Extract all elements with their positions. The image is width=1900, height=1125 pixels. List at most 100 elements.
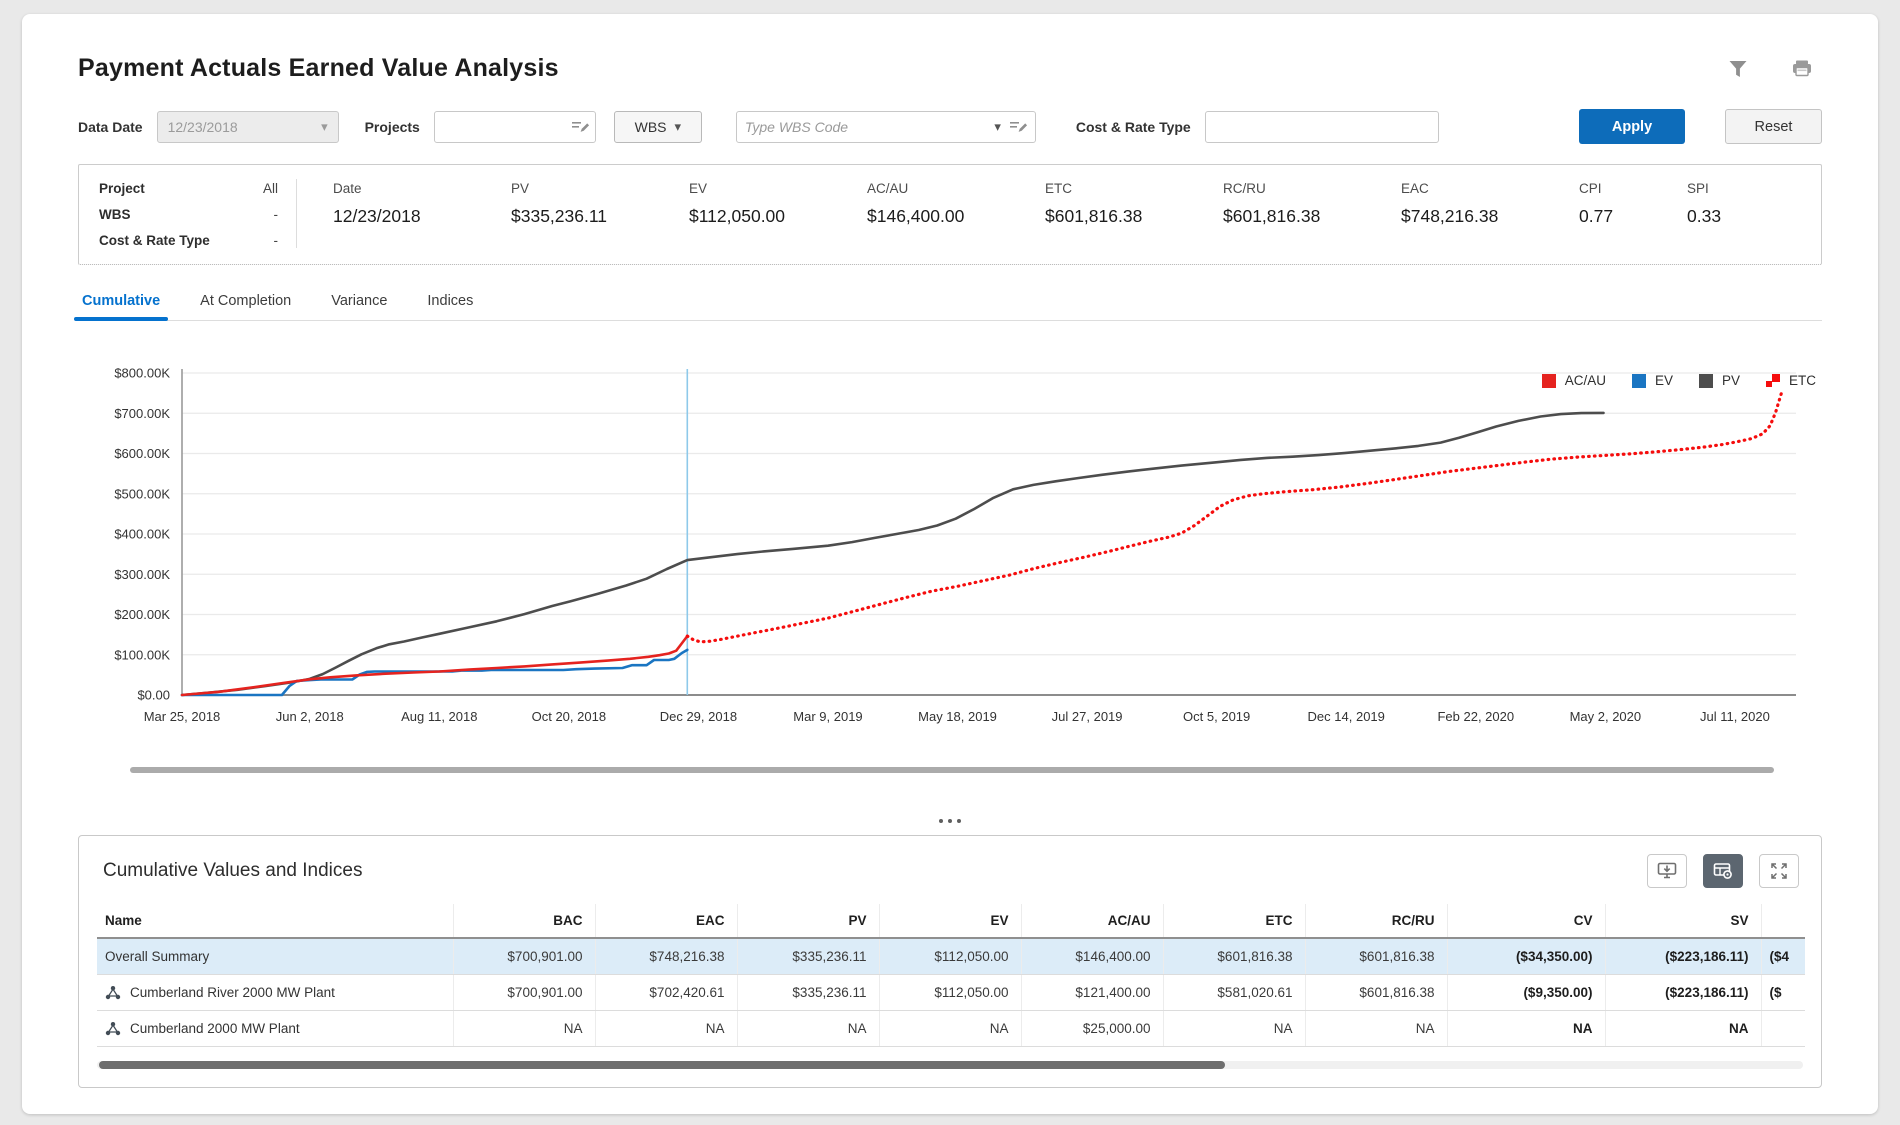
tab-variance[interactable]: Variance xyxy=(329,287,389,320)
legend-item-acau: AC/AU xyxy=(1542,373,1606,388)
wbs-code-field: ▾ xyxy=(736,111,1036,143)
wbs-dropdown-button[interactable]: WBS ▾ xyxy=(614,111,702,143)
pv-swatch xyxy=(1699,374,1713,388)
svg-text:Jun 2, 2018: Jun 2, 2018 xyxy=(276,709,344,724)
metric-cpi: CPI0.77 xyxy=(1579,181,1687,248)
data-date-value: 12/23/2018 xyxy=(168,119,238,135)
metric-pv: PV$335,236.11 xyxy=(511,181,689,248)
etc-swatch xyxy=(1766,374,1780,388)
col-eac[interactable]: EAC xyxy=(595,904,737,938)
col-sv[interactable]: SV xyxy=(1605,904,1761,938)
col-cv[interactable]: CV xyxy=(1447,904,1605,938)
table-row-cumberland-river[interactable]: Cumberland River 2000 MW Plant $700,901.… xyxy=(97,975,1805,1011)
metric-etc: ETC$601,816.38 xyxy=(1045,181,1223,248)
svg-text:$500.00K: $500.00K xyxy=(114,486,170,501)
col-rcru[interactable]: RC/RU xyxy=(1305,904,1447,938)
chevron-down-icon[interactable]: ▾ xyxy=(994,119,1001,135)
col-name[interactable]: Name xyxy=(97,904,453,938)
cost-rate-type-input[interactable] xyxy=(1206,119,1438,135)
ev-chart-area: AC/AU EV PV ETC $800.00K $700.00K $600.00K… xyxy=(78,359,1822,773)
svg-text:$200.00K: $200.00K xyxy=(114,607,170,622)
svg-text:Mar 9, 2019: Mar 9, 2019 xyxy=(793,709,862,724)
scope-label: WBS xyxy=(99,207,131,222)
table-settings-icon xyxy=(1713,862,1733,880)
panel-splitter-handle[interactable] xyxy=(78,819,1822,823)
title-row: Payment Actuals Earned Value Analysis xyxy=(78,54,1822,83)
reset-button[interactable]: Reset xyxy=(1725,109,1822,144)
col-etc[interactable]: ETC xyxy=(1163,904,1305,938)
apply-button[interactable]: Apply xyxy=(1579,109,1685,144)
data-date-select[interactable]: 12/23/2018 ▾ xyxy=(157,111,339,143)
table-hscrollbar-thumb[interactable] xyxy=(99,1061,1225,1069)
cost-rate-type-label: Cost & Rate Type xyxy=(1076,119,1191,135)
svg-text:Oct 20, 2018: Oct 20, 2018 xyxy=(532,709,606,724)
print-icon[interactable] xyxy=(1790,57,1814,81)
acau-swatch xyxy=(1542,374,1556,388)
metric-spi: SPI0.33 xyxy=(1687,181,1795,248)
metric-eac: EAC$748,216.38 xyxy=(1401,181,1579,248)
col-acau[interactable]: AC/AU xyxy=(1021,904,1163,938)
cost-rate-type-field xyxy=(1205,111,1439,143)
metric-rcru: RC/RU$601,816.38 xyxy=(1223,181,1401,248)
legend-item-ev: EV xyxy=(1632,373,1673,388)
panel-title: Cumulative Values and Indices xyxy=(103,860,362,882)
col-pv[interactable]: PV xyxy=(737,904,879,938)
legend-item-etc: ETC xyxy=(1766,373,1816,388)
col-partial xyxy=(1761,904,1805,938)
svg-text:$300.00K: $300.00K xyxy=(114,567,170,582)
summary-metrics: Date12/23/2018 PV$335,236.11 EV$112,050.… xyxy=(297,179,1821,248)
lov-picker-icon[interactable] xyxy=(571,119,589,135)
col-bac[interactable]: BAC xyxy=(453,904,595,938)
expand-icon xyxy=(1770,862,1788,880)
chart-scrollbar[interactable] xyxy=(130,767,1774,773)
table-row-cumberland[interactable]: Cumberland 2000 MW Plant NANA NANA $25,0… xyxy=(97,1011,1805,1047)
svg-text:$100.00K: $100.00K xyxy=(114,647,170,662)
svg-text:Aug 11, 2018: Aug 11, 2018 xyxy=(401,709,477,724)
wbs-code-input[interactable] xyxy=(737,119,986,135)
table-header-row: Name BAC EAC PV EV AC/AU ETC RC/RU CV SV xyxy=(97,904,1805,938)
svg-text:Dec 14, 2019: Dec 14, 2019 xyxy=(1308,709,1385,724)
page-title: Payment Actuals Earned Value Analysis xyxy=(78,54,559,83)
svg-text:Jul 27, 2019: Jul 27, 2019 xyxy=(1052,709,1123,724)
summary-scope: ProjectAll WBS- Cost & Rate Type- xyxy=(79,179,297,248)
cumulative-values-table: Name BAC EAC PV EV AC/AU ETC RC/RU CV SV… xyxy=(97,904,1805,1047)
expand-button[interactable] xyxy=(1759,854,1799,888)
view-tabs: Cumulative At Completion Variance Indice… xyxy=(78,287,1822,321)
svg-text:$800.00K: $800.00K xyxy=(114,366,170,381)
project-hierarchy-icon xyxy=(105,1021,121,1036)
col-ev[interactable]: EV xyxy=(879,904,1021,938)
svg-text:$700.00K: $700.00K xyxy=(114,406,170,421)
filter-icon[interactable] xyxy=(1726,57,1750,81)
ev-line-chart[interactable]: $800.00K $700.00K $600.00K $500.00K $400.00K… xyxy=(78,359,1822,763)
main-card: Payment Actuals Earned Value Analysis Da… xyxy=(22,14,1878,1114)
svg-text:Jul 11, 2020: Jul 11, 2020 xyxy=(1700,709,1770,724)
svg-text:Feb 22, 2020: Feb 22, 2020 xyxy=(1437,709,1514,724)
lov-picker-icon[interactable] xyxy=(1009,119,1027,135)
projects-input[interactable] xyxy=(435,119,571,135)
svg-text:Mar 25, 2018: Mar 25, 2018 xyxy=(144,709,221,724)
panel-toolbar xyxy=(1647,854,1799,888)
tab-at-completion[interactable]: At Completion xyxy=(198,287,293,320)
metric-date: Date12/23/2018 xyxy=(333,181,511,248)
metric-ev: EV$112,050.00 xyxy=(689,181,867,248)
tab-cumulative[interactable]: Cumulative xyxy=(80,287,162,320)
table-settings-button[interactable] xyxy=(1703,854,1743,888)
svg-text:$0.00: $0.00 xyxy=(137,688,170,703)
svg-text:May 18, 2019: May 18, 2019 xyxy=(918,709,997,724)
projects-field xyxy=(434,111,596,143)
metric-acau: AC/AU$146,400.00 xyxy=(867,181,1045,248)
data-date-label: Data Date xyxy=(78,119,143,135)
table-row-overall-summary[interactable]: Overall Summary $700,901.00$748,216.38 $… xyxy=(97,938,1805,975)
svg-text:$400.00K: $400.00K xyxy=(114,527,170,542)
svg-text:$600.00K: $600.00K xyxy=(114,446,170,461)
table-hscrollbar-track[interactable] xyxy=(97,1061,1803,1069)
project-hierarchy-icon xyxy=(105,985,121,1000)
svg-text:May 2, 2020: May 2, 2020 xyxy=(1570,709,1642,724)
tab-indices[interactable]: Indices xyxy=(425,287,475,320)
download-button[interactable] xyxy=(1647,854,1687,888)
chart-legend: AC/AU EV PV ETC xyxy=(1542,373,1816,388)
ev-swatch xyxy=(1632,374,1646,388)
cumulative-values-panel: Cumulative Values and Indices xyxy=(78,835,1822,1088)
download-icon xyxy=(1657,862,1677,880)
legend-item-pv: PV xyxy=(1699,373,1740,388)
